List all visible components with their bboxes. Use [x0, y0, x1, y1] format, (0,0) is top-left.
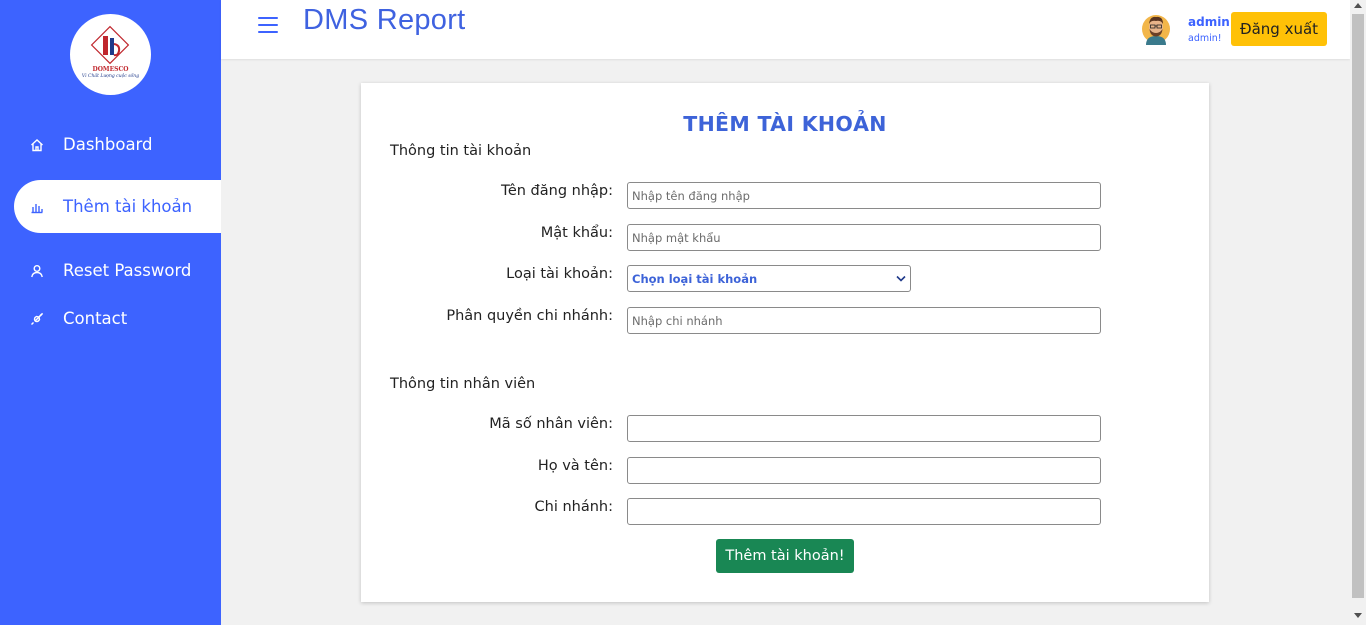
employee-id-label: Mã số nhân viên:: [489, 416, 613, 432]
user-icon: [29, 263, 45, 279]
account-type-selected: Chọn loại tài khoản: [632, 272, 758, 286]
account-section-title: Thông tin tài khoản: [390, 143, 532, 159]
branch-permission-label: Phân quyền chi nhánh:: [446, 308, 613, 324]
rocket-icon: [29, 311, 45, 327]
app-title: DMS Report: [303, 4, 466, 36]
branch-label: Chi nhánh:: [534, 499, 613, 515]
sidebar-item-label: Thêm tài khoản: [63, 197, 193, 216]
branch-field[interactable]: [627, 498, 1101, 525]
sidebar-item-reset-password[interactable]: Reset Password: [14, 244, 221, 297]
user-name: admin: [1188, 15, 1230, 29]
employee-section-title: Thông tin nhân viên: [390, 376, 536, 392]
full-name-label: Họ và tên:: [537, 458, 613, 474]
username-field[interactable]: [627, 182, 1101, 209]
home-icon: [29, 137, 45, 153]
user-role: admin!: [1188, 33, 1222, 44]
sidebar-item-label: Dashboard: [63, 135, 153, 154]
sidebar-item-contact[interactable]: Contact: [14, 292, 221, 345]
sidebar-item-them-tai-khoan[interactable]: Thêm tài khoản: [14, 180, 221, 233]
account-type-label: Loại tài khoản:: [506, 266, 613, 282]
password-label: Mật khẩu:: [540, 225, 613, 241]
logo-emblem-icon: [90, 25, 130, 65]
logo-tagline: Vì Chất Lượng cuộc sống: [81, 74, 140, 79]
account-type-select[interactable]: Chọn loại tài khoản: [627, 265, 911, 292]
logo-name: DOMESCO: [92, 66, 129, 73]
chevron-down-icon: [896, 275, 906, 282]
avatar[interactable]: [1141, 12, 1171, 45]
logout-button[interactable]: Đăng xuất: [1231, 12, 1327, 46]
add-account-form: THÊM TÀI KHOẢN Thông tin tài khoản Tên đ…: [361, 83, 1209, 602]
scroll-thumb[interactable]: [1352, 14, 1364, 598]
sidebar-item-dashboard[interactable]: Dashboard: [14, 118, 221, 171]
page-scrollbar[interactable]: [1350, 0, 1366, 625]
add-account-button[interactable]: Thêm tài khoản!: [716, 539, 854, 573]
scroll-down-icon[interactable]: [1354, 613, 1362, 618]
bar-chart-icon: [29, 199, 45, 215]
sidebar-item-label: Reset Password: [63, 261, 192, 280]
full-name-field[interactable]: [627, 457, 1101, 484]
form-title: THÊM TÀI KHOẢN: [683, 112, 887, 136]
company-logo: DOMESCO Vì Chất Lượng cuộc sống: [70, 14, 151, 95]
sidebar: DOMESCO Vì Chất Lượng cuộc sống Dashboar…: [0, 0, 221, 625]
password-field[interactable]: [627, 224, 1101, 251]
top-header: DMS Report admin admin! Đăng xuất: [221, 0, 1350, 59]
scroll-up-icon[interactable]: [1354, 3, 1362, 8]
menu-toggle-icon[interactable]: [258, 17, 278, 35]
branch-permission-field[interactable]: [627, 307, 1101, 334]
sidebar-item-label: Contact: [63, 309, 128, 328]
username-label: Tên đăng nhập:: [501, 183, 613, 199]
employee-id-field[interactable]: [627, 415, 1101, 442]
